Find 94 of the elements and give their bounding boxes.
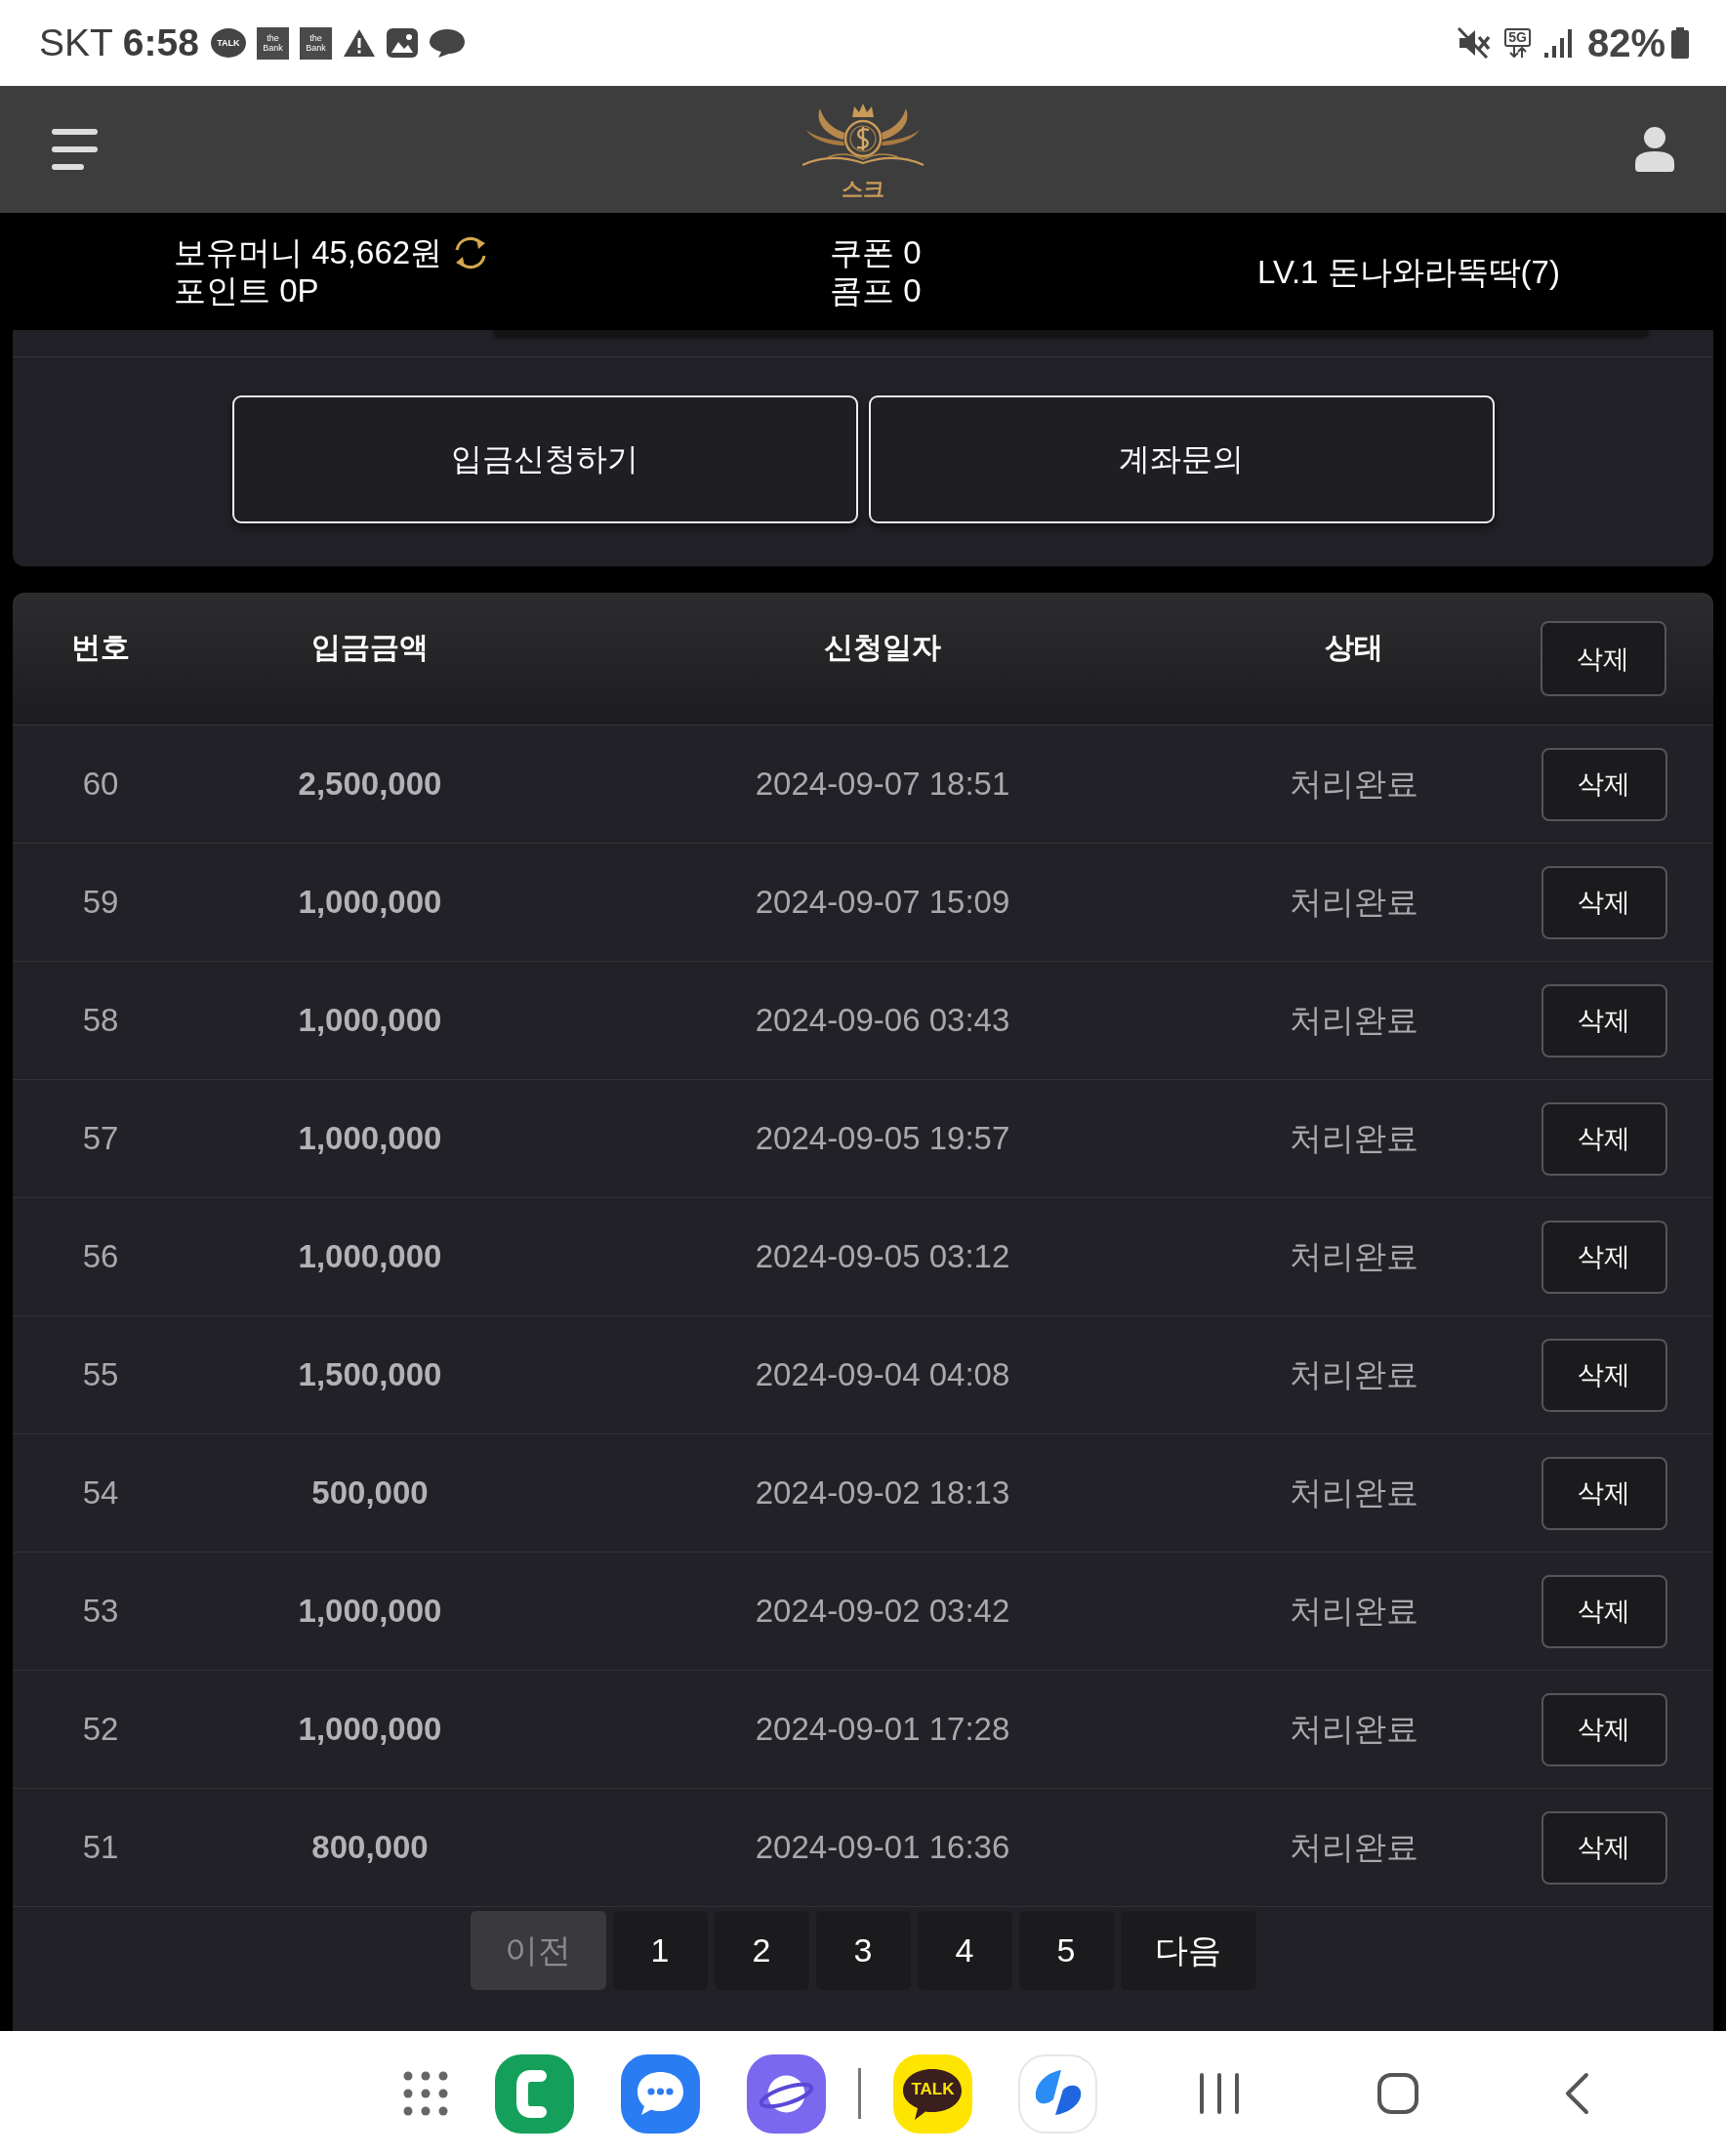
logo-text: 스크 xyxy=(842,177,884,202)
delete-button[interactable]: 삭제 xyxy=(1541,1692,1667,1766)
row-number: 55 xyxy=(82,1356,119,1393)
delete-button[interactable]: 삭제 xyxy=(1540,621,1666,696)
amount-cell: 1,000,000 xyxy=(298,884,442,921)
delete-button[interactable]: 삭제 xyxy=(1541,1220,1667,1294)
amount-cell: 500,000 xyxy=(311,1474,429,1512)
battery-icon xyxy=(1671,27,1689,59)
amount-cell: 800,000 xyxy=(311,1829,429,1866)
mute-icon xyxy=(1458,27,1492,59)
account-inquiry-button[interactable]: 계좌문의 xyxy=(868,395,1495,523)
page-button[interactable]: 4 xyxy=(917,1911,1012,1990)
date-cell: 2024-09-05 03:12 xyxy=(755,1238,1010,1275)
date-cell: 2024-09-02 03:42 xyxy=(755,1593,1010,1630)
network-type-badge: 5G xyxy=(1504,28,1531,47)
status-cell-text: 처리완료 xyxy=(1290,1709,1418,1749)
talk-app-icon[interactable]: TALK xyxy=(893,2053,972,2134)
amount-cell: 1,500,000 xyxy=(298,1356,442,1393)
amount-cell: 1,000,000 xyxy=(298,1120,442,1157)
phone-app-icon[interactable] xyxy=(495,2053,574,2134)
messages-app-icon[interactable] xyxy=(621,2053,700,2134)
column-header: 상태 xyxy=(1325,630,1383,665)
status-cell-text: 처리완료 xyxy=(1290,1000,1418,1040)
row-number: 57 xyxy=(82,1120,119,1157)
delete-button[interactable]: 삭제 xyxy=(1541,983,1667,1057)
date-cell: 2024-09-07 18:51 xyxy=(755,766,1010,803)
member-level: LV.1 돈나와라뚝딱(7) xyxy=(1257,252,1561,291)
amount-cell: 1,000,000 xyxy=(298,1711,442,1748)
row-number: 53 xyxy=(82,1593,119,1630)
amount-cell: 1,000,000 xyxy=(298,1238,442,1275)
row-number: 52 xyxy=(82,1711,119,1748)
next-page-button[interactable]: 다음 xyxy=(1120,1911,1256,1990)
amount-cell: 1,000,000 xyxy=(298,1593,442,1630)
page-button[interactable]: 5 xyxy=(1018,1911,1114,1990)
date-cell: 2024-09-05 19:57 xyxy=(755,1120,1010,1157)
date-cell: 2024-09-07 15:09 xyxy=(755,884,1010,921)
status-cell-text: 처리완료 xyxy=(1290,1827,1418,1867)
status-cell-text: 처리완료 xyxy=(1290,1118,1418,1158)
data-arrows-icon xyxy=(1507,47,1528,58)
page-button[interactable]: 2 xyxy=(714,1911,809,1990)
row-number: 56 xyxy=(82,1238,119,1275)
delete-button[interactable]: 삭제 xyxy=(1541,1101,1667,1176)
status-cell-text: 처리완료 xyxy=(1290,1354,1418,1394)
delete-button[interactable]: 삭제 xyxy=(1541,1338,1667,1412)
date-cell: 2024-09-04 04:08 xyxy=(755,1356,1010,1393)
date-cell: 2024-09-02 18:13 xyxy=(755,1474,1010,1512)
home-icon[interactable] xyxy=(1377,2073,1418,2114)
date-cell: 2024-09-01 16:36 xyxy=(755,1829,1010,1866)
swirl-app-icon[interactable] xyxy=(1018,2053,1097,2134)
date-cell: 2024-09-01 17:28 xyxy=(755,1711,1010,1748)
apps-grid-icon[interactable] xyxy=(403,2071,448,2116)
amount-cell: 2,500,000 xyxy=(298,766,442,803)
menu-icon[interactable] xyxy=(52,129,98,170)
row-number: 59 xyxy=(82,884,119,921)
date-cell: 2024-09-06 03:43 xyxy=(755,1002,1010,1039)
row-number: 51 xyxy=(82,1829,119,1866)
row-number: 54 xyxy=(82,1474,119,1512)
status-cell-text: 처리완료 xyxy=(1290,882,1418,922)
page-button[interactable]: 3 xyxy=(815,1911,911,1990)
user-icon[interactable] xyxy=(1635,127,1674,172)
warning-icon xyxy=(342,28,376,58)
back-icon[interactable] xyxy=(1564,2072,1589,2115)
amount-cell: 1,000,000 xyxy=(298,1002,442,1039)
deposit-request-button[interactable]: 입금신청하기 xyxy=(231,395,858,523)
column-header: 입금금액 xyxy=(311,630,429,665)
bank-app-icon: the Bank xyxy=(299,26,332,60)
row-number: 58 xyxy=(82,1002,119,1039)
status-cell-text: 처리완료 xyxy=(1290,764,1418,804)
recent-apps-icon[interactable] xyxy=(1198,2073,1241,2114)
comp-count: 콤프 0 xyxy=(830,271,922,310)
bank-app-icon: the Bank xyxy=(256,26,289,60)
status-cell-text: 처리완료 xyxy=(1290,1236,1418,1276)
image-icon xyxy=(386,28,418,58)
column-header: 신청일자 xyxy=(824,630,941,665)
speech-bubble-icon xyxy=(428,27,466,59)
planet-app-icon[interactable] xyxy=(747,2053,826,2134)
battery-percent: 82% xyxy=(1586,21,1665,65)
delete-button[interactable]: 삭제 xyxy=(1541,865,1667,939)
page-button[interactable]: 1 xyxy=(612,1911,708,1990)
delete-button[interactable]: 삭제 xyxy=(1541,1574,1667,1648)
row-number: 60 xyxy=(82,766,119,803)
signal-icon xyxy=(1543,28,1574,58)
clock-time: 6:58 xyxy=(122,21,199,64)
carrier-name: SKT xyxy=(39,21,113,64)
balance-text: 보유머니 45,662원 xyxy=(174,233,443,271)
coupon-count: 쿠폰 0 xyxy=(830,233,922,271)
delete-button[interactable]: 삭제 xyxy=(1541,1810,1667,1885)
chat-bubble-icon: TALK xyxy=(210,28,246,58)
delete-button[interactable]: 삭제 xyxy=(1541,1456,1667,1530)
status-cell-text: 처리완료 xyxy=(1290,1591,1418,1631)
status-cell-text: 처리완료 xyxy=(1290,1472,1418,1513)
column-header: 번호 xyxy=(71,630,130,665)
delete-button[interactable]: 삭제 xyxy=(1541,747,1667,821)
points-text: 포인트 0P xyxy=(174,271,319,310)
